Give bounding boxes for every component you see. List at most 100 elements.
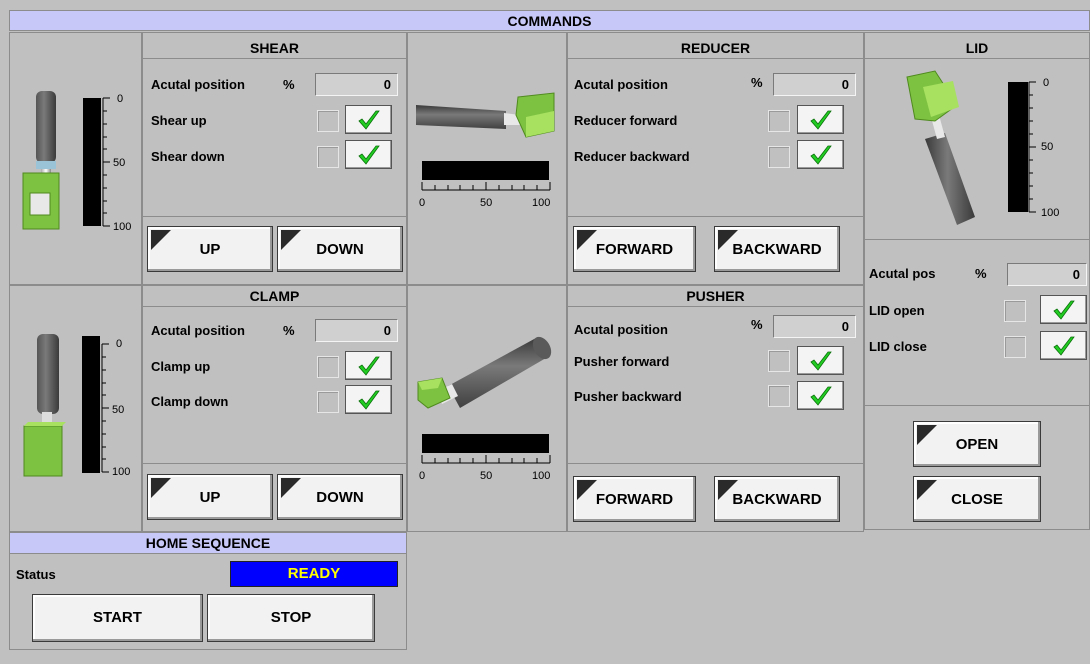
clamp-panel: CLAMP Acutal position % 0 Clamp up Clamp… <box>142 285 407 532</box>
lid-header: LID <box>865 38 1089 59</box>
clamp-up-label: Clamp up <box>151 359 211 374</box>
lid-open-check-button[interactable] <box>1040 295 1087 324</box>
clamp-down-indicator <box>317 391 339 413</box>
status-label: Status <box>16 567 56 582</box>
shear-down-button[interactable]: DOWN <box>277 226 403 272</box>
clamp-up-check-button[interactable] <box>345 351 392 380</box>
pusher-forward-indicator <box>768 350 790 372</box>
pusher-forward-check-button[interactable] <box>797 346 844 375</box>
reducer-percent-label: % <box>751 75 763 90</box>
start-button[interactable]: START <box>32 594 203 642</box>
clamp-down-check-button[interactable] <box>345 385 392 414</box>
stop-button[interactable]: STOP <box>207 594 375 642</box>
shear-position-bar <box>83 98 101 226</box>
commands-header: COMMANDS <box>9 10 1090 31</box>
shear-scale-50: 50 <box>113 157 126 169</box>
reducer-header: REDUCER <box>568 38 863 59</box>
checkmark-icon <box>358 145 380 165</box>
lid-position-label: Acutal pos <box>869 266 936 281</box>
lid-percent-label: % <box>975 266 987 281</box>
reducer-backward-indicator <box>768 146 790 168</box>
shear-position-value: 0 <box>315 73 398 96</box>
lid-position-bar <box>1008 82 1028 212</box>
shear-position-label: Acutal position <box>151 77 245 92</box>
shear-up-button[interactable]: UP <box>147 226 273 272</box>
reducer-forward-label: Reducer forward <box>574 113 678 128</box>
shear-scale-0: 0 <box>117 93 124 105</box>
shear-up-check-button[interactable] <box>345 105 392 134</box>
clamp-position-value: 0 <box>315 319 398 342</box>
pusher-header: PUSHER <box>568 286 863 307</box>
clamp-header: CLAMP <box>143 286 406 307</box>
checkmark-icon <box>1053 336 1075 356</box>
lid-close-check-button[interactable] <box>1040 331 1087 360</box>
pusher-forward-button[interactable]: FORWARD <box>573 476 696 522</box>
reducer-scale-50: 50 <box>480 197 493 209</box>
checkmark-icon <box>358 110 380 130</box>
pusher-position-value: 0 <box>773 315 856 338</box>
reducer-position-bar <box>422 161 549 180</box>
reducer-graphic-panel: 0 50 100 <box>407 32 567 285</box>
clamp-up-button[interactable]: UP <box>147 474 273 520</box>
lid-cylinder-icon <box>906 70 975 225</box>
status-indicator: READY <box>230 561 398 587</box>
pusher-forward-label: Pusher forward <box>574 354 670 369</box>
pusher-percent-label: % <box>751 317 763 332</box>
checkmark-icon <box>810 145 832 165</box>
pusher-position-bar <box>422 434 549 453</box>
pusher-backward-check-button[interactable] <box>797 381 844 410</box>
reducer-forward-check-button[interactable] <box>797 105 844 134</box>
checkmark-icon <box>358 356 380 376</box>
pusher-backward-label: Pusher backward <box>574 389 682 404</box>
clamp-graphic-panel: 0 50 100 <box>9 285 142 532</box>
checkmark-icon <box>810 351 832 371</box>
pusher-position-label: Acutal position <box>574 322 668 337</box>
home-sequence-panel: HOME SEQUENCE Status READY START STOP <box>9 532 407 650</box>
home-sequence-header: HOME SEQUENCE <box>10 533 406 554</box>
pusher-scale <box>421 455 551 464</box>
lid-close-label: LID close <box>869 339 927 354</box>
shear-down-check-button[interactable] <box>345 140 392 169</box>
reducer-backward-check-button[interactable] <box>797 140 844 169</box>
lid-close-button[interactable]: CLOSE <box>913 476 1041 522</box>
lid-position-value: 0 <box>1007 263 1087 286</box>
shear-percent-label: % <box>283 77 295 92</box>
pusher-backward-button[interactable]: BACKWARD <box>714 476 840 522</box>
reducer-position-value: 0 <box>773 73 856 96</box>
shear-header: SHEAR <box>143 38 406 59</box>
checkmark-icon <box>810 110 832 130</box>
shear-graphic-panel: 0 50 100 <box>9 32 142 285</box>
shear-down-label: Shear down <box>151 149 225 164</box>
reducer-cylinder-icon <box>416 92 555 138</box>
pusher-scale-50: 50 <box>480 470 493 482</box>
checkmark-icon <box>358 390 380 410</box>
clamp-scale-50: 50 <box>112 404 125 416</box>
clamp-percent-label: % <box>283 323 295 338</box>
reducer-scale-0: 0 <box>419 197 426 209</box>
shear-up-indicator <box>317 110 339 132</box>
clamp-position-label: Acutal position <box>151 323 245 338</box>
reducer-panel: REDUCER Acutal position % 0 Reducer forw… <box>567 32 864 285</box>
lid-close-indicator <box>1004 336 1026 358</box>
lid-open-indicator <box>1004 300 1026 322</box>
shear-down-indicator <box>317 146 339 168</box>
lid-open-button[interactable]: OPEN <box>913 421 1041 467</box>
reducer-position-label: Acutal position <box>574 77 668 92</box>
clamp-scale-100: 100 <box>112 466 131 478</box>
pusher-graphic-panel: 0 50 100 <box>407 285 567 532</box>
lid-scale-100: 100 <box>1041 207 1060 219</box>
pusher-backward-indicator <box>768 385 790 407</box>
pusher-scale-100: 100 <box>532 470 551 482</box>
pusher-panel: PUSHER Acutal position % 0 Pusher forwar… <box>567 285 864 532</box>
reducer-forward-button[interactable]: FORWARD <box>573 226 696 272</box>
checkmark-icon <box>1053 300 1075 320</box>
checkmark-icon <box>810 386 832 406</box>
clamp-down-label: Clamp down <box>151 394 229 409</box>
clamp-down-button[interactable]: DOWN <box>277 474 403 520</box>
lid-scale-0: 0 <box>1043 77 1050 89</box>
reducer-forward-indicator <box>768 110 790 132</box>
reducer-backward-button[interactable]: BACKWARD <box>714 226 840 272</box>
shear-scale-100: 100 <box>113 221 132 233</box>
shear-up-label: Shear up <box>151 113 207 128</box>
clamp-scale-0: 0 <box>116 338 123 350</box>
